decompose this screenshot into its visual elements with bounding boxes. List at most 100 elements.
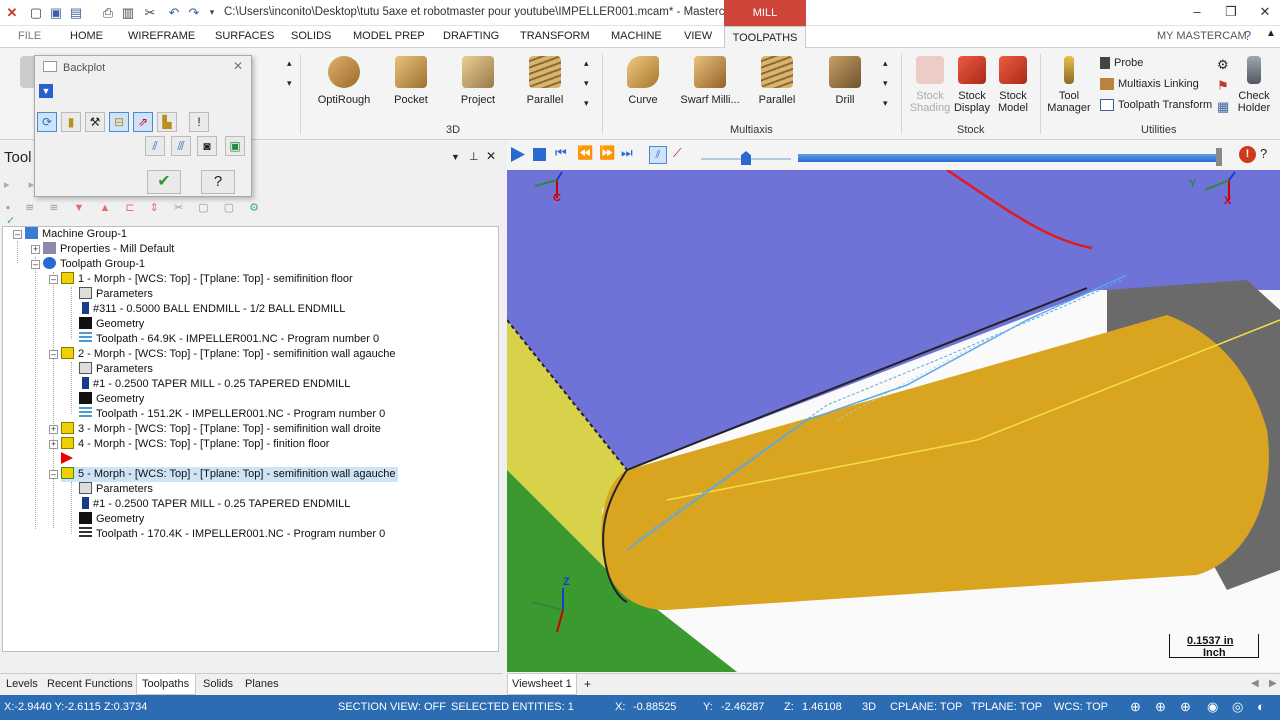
- stop-icon[interactable]: [533, 148, 546, 161]
- view-globe-icon[interactable]: ⊕: [1130, 699, 1141, 715]
- tree-item-machine-group[interactable]: Machine Group-1: [25, 227, 127, 242]
- tree-item-toolpath[interactable]: Toolpath - 151.2K - IMPELLER001.NC - Pro…: [79, 407, 385, 422]
- my-mastercam-link[interactable]: MY MASTERCAM: [1157, 30, 1247, 42]
- tab-model-prep[interactable]: MODEL PREP: [353, 30, 425, 42]
- tree-item-parameters[interactable]: Parameters: [79, 287, 153, 302]
- playback-progress-bar[interactable]: [798, 154, 1222, 162]
- backplot-holder-button[interactable]: ⚒: [85, 112, 105, 132]
- tab-toolpaths[interactable]: TOOLPATHS: [724, 26, 806, 49]
- tree-item-geometry[interactable]: Geometry: [79, 317, 144, 332]
- tab-drafting[interactable]: DRAFTING: [443, 30, 499, 42]
- backplot-rapid-button[interactable]: ⊟: [109, 112, 129, 132]
- viewsheet-tab[interactable]: Viewsheet 1: [512, 678, 572, 690]
- tree-item-tool[interactable]: #1 - 0.2500 TAPER MILL - 0.25 TAPERED EN…: [79, 377, 350, 392]
- backplot-screenshot-button[interactable]: ◙: [197, 136, 217, 156]
- panel-pin-icon[interactable]: ⊥: [469, 150, 479, 163]
- x-value[interactable]: -0.88525: [633, 701, 676, 713]
- pocket-button[interactable]: Pocket: [376, 56, 446, 126]
- quick-access-dropdown-icon[interactable]: ▾: [204, 5, 220, 20]
- multiaxis-up-icon[interactable]: ▴: [883, 58, 888, 69]
- expand-toggle[interactable]: –: [13, 230, 22, 239]
- swarf-milling-button[interactable]: Swarf Milli...: [675, 56, 745, 126]
- collapse-icon[interactable]: ▼: [39, 84, 53, 98]
- tree-item-parameters[interactable]: Parameters: [79, 362, 153, 377]
- graphics-viewport[interactable]: C Y X Z 0.1537 in Inch: [507, 170, 1280, 672]
- tab-toolpaths-manager[interactable]: Toolpaths: [142, 678, 189, 690]
- curve-button[interactable]: Curve: [608, 56, 678, 126]
- probe-button[interactable]: Probe: [1100, 57, 1143, 70]
- backplot-path-button[interactable]: ⟳: [37, 112, 57, 132]
- utilities-flag-icon[interactable]: ⚑: [1217, 78, 1229, 94]
- tree-item-geometry[interactable]: Geometry: [79, 392, 144, 407]
- tree-item-operation-2[interactable]: 2 - Morph - [WCS: Top] - [Tplane: Top] -…: [61, 347, 396, 362]
- backplot-endpoints-button[interactable]: ⇗: [133, 112, 153, 132]
- tab-levels[interactable]: Levels: [6, 678, 38, 690]
- scroll-down-icon[interactable]: ▾: [287, 78, 292, 89]
- panel-menu-icon[interactable]: ▼: [451, 152, 460, 162]
- expand-toggle[interactable]: –: [31, 260, 40, 269]
- tab-surfaces[interactable]: SURFACES: [215, 30, 274, 42]
- playback-help-icon[interactable]: ?: [1260, 146, 1267, 161]
- y-value[interactable]: -2.46287: [721, 701, 764, 713]
- redo-icon[interactable]: ↷: [186, 5, 202, 20]
- expand-toggle[interactable]: +: [31, 245, 40, 254]
- backplot-close-icon[interactable]: ✕: [233, 59, 243, 73]
- backplot-display-button[interactable]: ⫽: [145, 136, 165, 156]
- backplot-display-all-button[interactable]: ⫻: [171, 136, 191, 156]
- skip-forward-icon[interactable]: ⏭: [621, 145, 633, 161]
- panel-close-icon[interactable]: ✕: [486, 149, 496, 163]
- help-icon[interactable]: ?: [1244, 28, 1251, 43]
- restore-button[interactable]: ❐: [1220, 4, 1242, 20]
- gallery-more-icon[interactable]: ▾: [584, 98, 589, 109]
- scroll-left-icon[interactable]: ◀: [1251, 678, 1259, 689]
- shading-icon[interactable]: ◉: [1207, 699, 1218, 715]
- mode-3d-toggle[interactable]: 3D: [862, 701, 876, 713]
- multiaxis-linking-button[interactable]: Multiaxis Linking: [1100, 78, 1199, 91]
- tab-solids[interactable]: SOLIDS: [291, 30, 331, 42]
- step-back-icon[interactable]: ⏪: [577, 145, 593, 161]
- tplane-selector[interactable]: TPLANE: TOP: [971, 701, 1042, 713]
- tool-manager-button[interactable]: Tool Manager: [1044, 56, 1094, 126]
- veiled-mode-icon[interactable]: ⟋: [673, 146, 681, 161]
- drill-button[interactable]: Drill: [810, 56, 880, 126]
- view-iso-icon[interactable]: ⊕: [1180, 699, 1191, 715]
- section-view-toggle[interactable]: SECTION VIEW: OFF: [338, 701, 446, 713]
- backplot-save-button[interactable]: ▣: [225, 136, 245, 156]
- expand-toggle[interactable]: +: [49, 440, 58, 449]
- add-viewsheet-button[interactable]: +: [584, 677, 591, 691]
- print-preview-icon[interactable]: ▥: [120, 5, 136, 20]
- ok-button[interactable]: ✔: [147, 170, 181, 194]
- gallery-up-icon[interactable]: ▴: [584, 58, 589, 69]
- undo-icon[interactable]: ↶: [166, 5, 182, 20]
- scroll-up-icon[interactable]: ▴: [287, 58, 292, 69]
- minimize-button[interactable]: –: [1186, 4, 1208, 20]
- multiaxis-down-icon[interactable]: ▾: [883, 78, 888, 89]
- tree-item-geometry[interactable]: Geometry: [79, 512, 144, 527]
- toolpath-transform-button[interactable]: Toolpath Transform: [1100, 99, 1212, 112]
- tree-item-toolpath-group[interactable]: Toolpath Group-1: [43, 257, 145, 272]
- tab-recent-functions[interactable]: Recent Functions: [47, 678, 133, 690]
- tab-machine[interactable]: MACHINE: [611, 30, 662, 42]
- view-cube-icon[interactable]: ⊕: [1155, 699, 1166, 715]
- utilities-gear-icon[interactable]: ⚙: [1217, 57, 1229, 73]
- stock-display-button[interactable]: Stock Display: [950, 56, 994, 126]
- play-icon[interactable]: [511, 147, 525, 162]
- speed-slider-thumb[interactable]: [741, 151, 751, 165]
- save-as-icon[interactable]: ▤: [68, 5, 84, 20]
- wcs-selector[interactable]: WCS: TOP: [1054, 701, 1108, 713]
- multiaxis-more-icon[interactable]: ▾: [883, 98, 888, 109]
- tree-item-operation-5[interactable]: 5 - Morph - [WCS: Top] - [Tplane: Top] -…: [61, 467, 398, 482]
- trace-mode-icon[interactable]: ⫽: [649, 146, 667, 164]
- tree-item-toolpath[interactable]: Toolpath - 170.4K - IMPELLER001.NC - Pro…: [79, 527, 385, 542]
- tree-item-operation-4[interactable]: 4 - Morph - [WCS: Top] - [Tplane: Top] -…: [61, 437, 329, 452]
- tree-item-operation-3[interactable]: 3 - Morph - [WCS: Top] - [Tplane: Top] -…: [61, 422, 381, 437]
- stock-shading-button[interactable]: Stock Shading: [906, 56, 954, 126]
- scroll-right-icon[interactable]: ▶: [1269, 678, 1277, 689]
- translucency-icon[interactable]: ◐: [1257, 699, 1265, 714]
- panel-toolbar-row-2[interactable]: ▪ ≋ ≋ ▼ ▲ ⊏ ⇕ ✂ ▢ ▢ ⚙ ✓: [6, 201, 286, 227]
- cut-icon[interactable]: ✂: [142, 5, 158, 20]
- cplane-selector[interactable]: CPLANE: TOP: [890, 701, 962, 713]
- toolpath-tree[interactable]: – Machine Group-1 + Properties - Mill De…: [2, 226, 499, 652]
- optirough-button[interactable]: OptiRough: [309, 56, 379, 126]
- expand-toggle[interactable]: –: [49, 470, 58, 479]
